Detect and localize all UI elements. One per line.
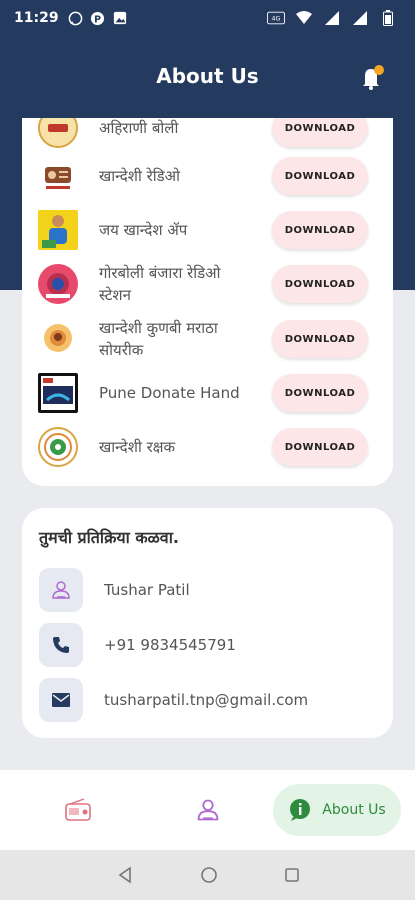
nav-about-us-tab[interactable]: About Us xyxy=(273,784,401,836)
app-logo-gorboli xyxy=(38,264,78,304)
contact-phone[interactable]: +91 9834545791 xyxy=(104,636,236,654)
radio-icon xyxy=(65,798,91,821)
app-name: अहिराणी बोली xyxy=(99,119,179,137)
signal-icon-1 xyxy=(323,9,341,27)
volte-icon: 4G xyxy=(267,9,285,27)
apps-list-card: अहिराणी बोली DOWNLOAD खान्देशी रेडिओ DOW… xyxy=(22,118,393,486)
app-notification-icon: P xyxy=(89,9,107,27)
feedback-card: तुमची प्रतिक्रिया कळवा. Tushar Patil +91… xyxy=(22,508,393,738)
nav-about-us-label: About Us xyxy=(322,802,386,818)
app-name: जय खान्देश ॲप xyxy=(99,221,188,239)
list-item: जय खान्देश ॲप DOWNLOAD xyxy=(22,204,393,256)
download-button[interactable]: DOWNLOAD xyxy=(272,374,368,412)
download-button[interactable]: DOWNLOAD xyxy=(272,428,368,466)
app-logo-khandeshi-rakshak xyxy=(38,427,78,467)
list-item: Pune Donate Hand DOWNLOAD xyxy=(22,367,393,419)
person-icon xyxy=(39,568,83,612)
signal-icon-2 xyxy=(351,9,369,27)
phone-icon xyxy=(39,623,83,667)
status-time: 11:29 xyxy=(14,10,59,26)
contact-phone-row[interactable]: +91 9834545791 xyxy=(39,623,379,667)
contact-email[interactable]: tusharpatil.tnp@gmail.com xyxy=(104,691,308,709)
list-item: खान्देशी रक्षक DOWNLOAD xyxy=(22,421,393,473)
back-icon[interactable] xyxy=(116,866,134,884)
recents-icon[interactable] xyxy=(284,867,300,883)
app-name: खान्देशी रक्षक xyxy=(99,438,176,456)
app-logo-pune-donate-hand xyxy=(38,373,78,413)
app-header: About Us xyxy=(0,48,415,104)
app-logo-ahirani xyxy=(38,118,78,148)
list-item: गोरबोली बंजारा रेडिओ स्टेशन DOWNLOAD xyxy=(22,258,393,310)
feedback-heading: तुमची प्रतिक्रिया कळवा. xyxy=(39,528,179,547)
whatsapp-icon xyxy=(67,9,85,27)
download-button[interactable]: DOWNLOAD xyxy=(272,265,368,303)
contact-email-row[interactable]: tusharpatil.tnp@gmail.com xyxy=(39,678,379,722)
download-button[interactable]: DOWNLOAD xyxy=(272,118,368,147)
svg-text:4G: 4G xyxy=(272,16,281,23)
app-logo-kunbi-maratha xyxy=(38,319,78,359)
bottom-navigation: About Us xyxy=(0,770,415,850)
list-item: अहिराणी बोली DOWNLOAD xyxy=(22,118,393,154)
app-name: Pune Donate Hand xyxy=(99,384,240,402)
email-icon xyxy=(39,678,83,722)
battery-icon xyxy=(379,9,397,27)
info-chat-icon xyxy=(290,799,311,821)
system-navigation-bar xyxy=(0,850,415,900)
nav-profile-tab[interactable] xyxy=(180,784,236,836)
wifi-icon xyxy=(295,9,313,27)
home-icon[interactable] xyxy=(200,866,218,884)
app-name: खान्देशी कुणबी मराठा सोयरीक xyxy=(99,319,218,359)
app-logo-radio xyxy=(38,156,78,196)
app-name: खान्देशी रेडिओ xyxy=(99,167,180,185)
list-item: खान्देशी रेडिओ DOWNLOAD xyxy=(22,150,393,202)
notification-bell-icon[interactable] xyxy=(357,62,387,92)
download-button[interactable]: DOWNLOAD xyxy=(272,320,368,358)
page-title: About Us xyxy=(156,64,259,88)
list-item: खान्देशी कुणबी मराठा सोयरीक DOWNLOAD xyxy=(22,313,393,365)
nav-radio-tab[interactable] xyxy=(50,784,106,836)
status-bar: 11:29 P 4G xyxy=(0,0,415,36)
app-logo-jai-khandesh xyxy=(38,210,78,250)
app-name: गोरबोली बंजारा रेडिओ स्टेशन xyxy=(99,264,221,304)
contact-name-row: Tushar Patil xyxy=(39,568,379,612)
contact-name: Tushar Patil xyxy=(104,581,190,599)
svg-text:P: P xyxy=(94,14,101,25)
download-button[interactable]: DOWNLOAD xyxy=(272,157,368,195)
download-button[interactable]: DOWNLOAD xyxy=(272,211,368,249)
gallery-icon xyxy=(111,9,129,27)
person-icon xyxy=(197,799,219,821)
